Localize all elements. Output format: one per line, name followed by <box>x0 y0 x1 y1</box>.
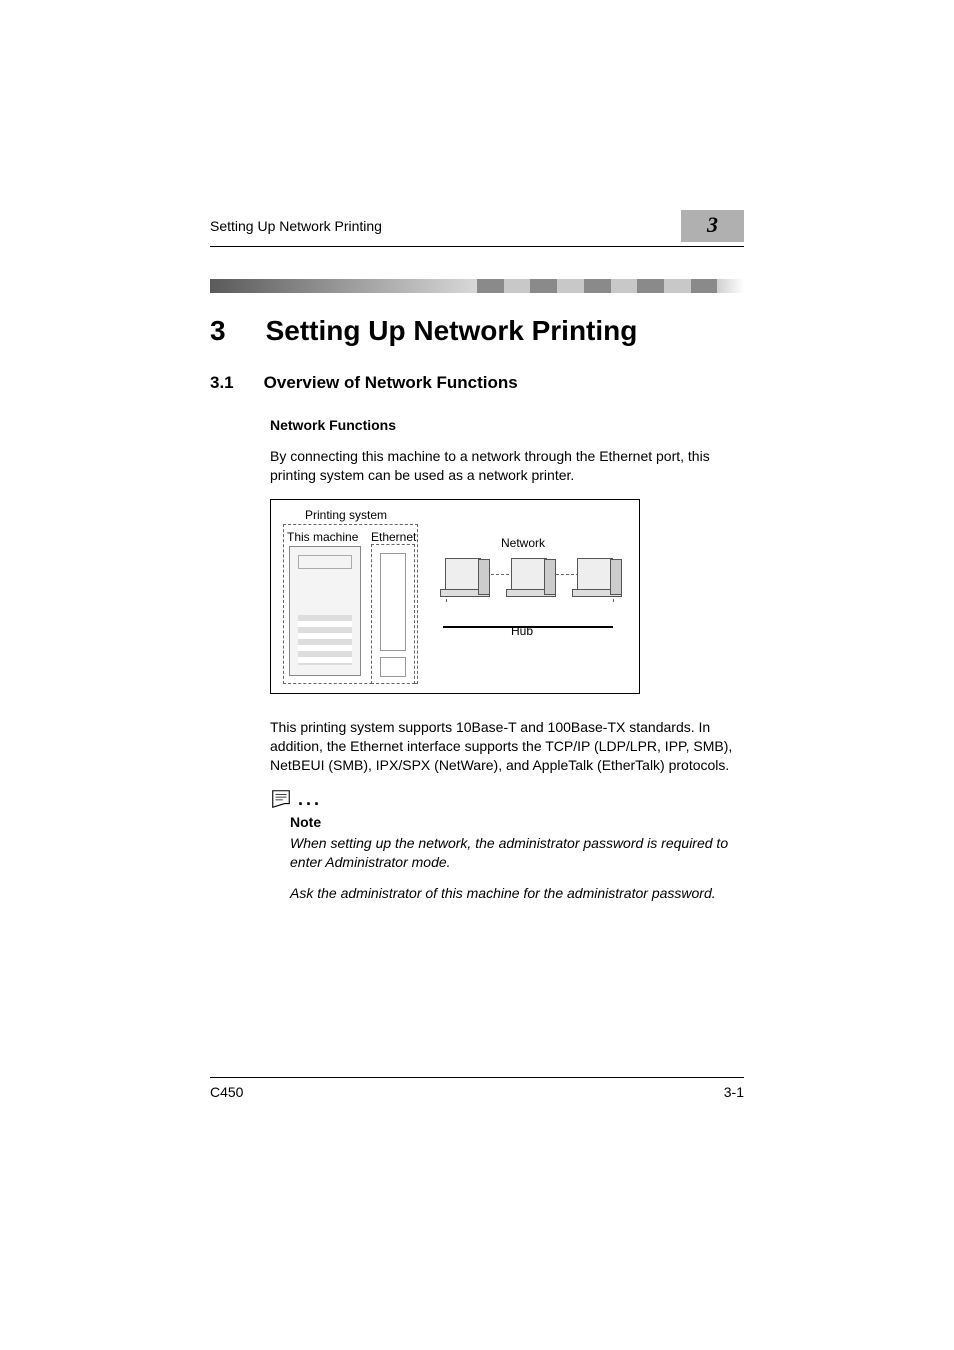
network-diagram: Printing system This machine Ethernet Ne… <box>270 499 640 694</box>
section-number: 3.1 <box>210 373 234 393</box>
breadcrumb: Setting Up Network Printing <box>210 218 382 234</box>
section-title: Overview of Network Functions <box>264 373 518 393</box>
chapter-heading: 3 Setting Up Network Printing <box>210 315 744 347</box>
note-paragraph-1: When setting up the network, the adminis… <box>290 834 744 872</box>
diagram-label-printing-system: Printing system <box>305 508 387 522</box>
chapter-number-badge: 3 <box>681 210 744 242</box>
body-paragraph-2: This printing system supports 10Base-T a… <box>270 718 744 775</box>
decorative-gradient-bar <box>210 279 744 293</box>
subsection-title: Network Functions <box>270 417 744 433</box>
footer-model: C450 <box>210 1084 243 1100</box>
note-icon <box>270 788 292 810</box>
printer-machine-icon <box>289 546 361 676</box>
section-heading: 3.1 Overview of Network Functions <box>210 373 744 393</box>
note-paragraph-2: Ask the administrator of this machine fo… <box>290 884 744 903</box>
footer-page-number: 3-1 <box>724 1084 744 1100</box>
note-icon-row: ... <box>270 788 744 810</box>
computer-icon <box>511 558 547 592</box>
note-label: Note <box>290 814 744 830</box>
chapter-title: Setting Up Network Printing <box>266 315 638 347</box>
body-paragraph-1: By connecting this machine to a network … <box>270 447 744 485</box>
ethernet-card-icon <box>371 544 415 684</box>
page-header: Setting Up Network Printing 3 <box>210 210 744 247</box>
computer-icon <box>445 558 481 592</box>
diagram-label-network: Network <box>501 536 545 550</box>
hub-line <box>443 626 613 628</box>
note-dots: ... <box>298 789 322 810</box>
page-footer: C450 3-1 <box>210 1077 744 1100</box>
chapter-number: 3 <box>210 315 226 347</box>
computer-icon <box>577 558 613 592</box>
